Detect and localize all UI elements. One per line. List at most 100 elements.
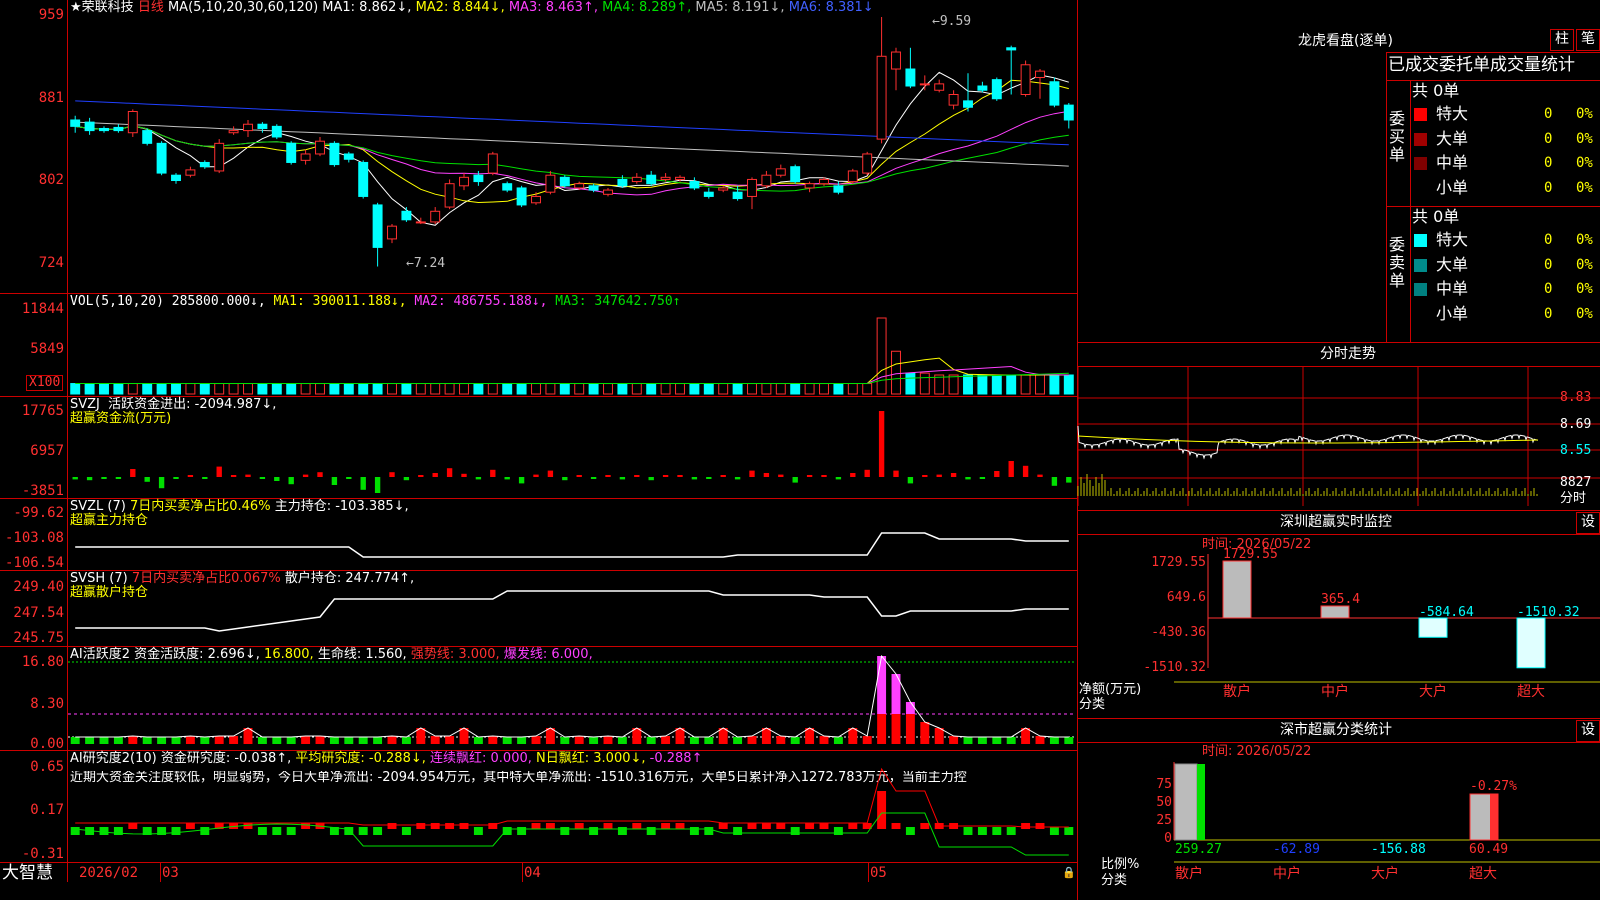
order-size-label: 小单: [1436, 303, 1469, 323]
candlestick-chart[interactable]: [68, 0, 1076, 292]
volume-bar: [617, 383, 628, 395]
fund-flow-chart[interactable]: [68, 397, 1076, 497]
activity-bar: [992, 737, 1002, 744]
fund-flow-bar: [490, 469, 496, 477]
activity-bar: [560, 737, 570, 744]
category-label: 散户: [1175, 865, 1203, 882]
volume-bar: [286, 383, 297, 395]
volume-bar: [415, 383, 426, 395]
intraday-chart[interactable]: [1077, 366, 1600, 506]
research-bar: [1049, 827, 1059, 835]
volume-bar: [185, 383, 196, 395]
volume-bar: [99, 383, 109, 395]
lock-icon[interactable]: 🔒: [1062, 866, 1076, 880]
fund-flow-bar: [763, 473, 770, 477]
volume-bar: [675, 383, 685, 395]
fund-flow-bar: [965, 477, 971, 480]
candle-body: [934, 83, 945, 91]
tick-mode-button[interactable]: 笔: [1576, 29, 1600, 51]
research-bar: [661, 823, 671, 829]
fund-flow-bar: [374, 477, 381, 493]
research-bar: [689, 827, 699, 835]
candle-body: [819, 178, 829, 185]
fund-flow-bar: [1022, 465, 1029, 477]
candle-body: [847, 170, 858, 183]
research-bar: [992, 827, 1002, 835]
fund-flow-bar: [317, 472, 323, 477]
fund-flow-bar: [230, 475, 237, 477]
sz-class-axis-label: 50: [1156, 795, 1172, 810]
candle-body: [70, 119, 81, 127]
fund-flow-bar: [86, 477, 93, 481]
ai1-axis-label: 16.80: [21, 654, 64, 670]
price-axis-label: 802: [38, 172, 64, 188]
volume-bar: [1006, 374, 1017, 395]
fund-flow-bar: [749, 470, 755, 477]
volume-bar: [156, 383, 167, 395]
time-label: 04: [524, 865, 541, 881]
candle-body: [559, 176, 570, 187]
research-bar: [891, 823, 901, 829]
activity-bar: [819, 736, 829, 744]
research-chart[interactable]: [68, 751, 1076, 861]
category-label: 散户: [1223, 683, 1251, 700]
volume-bar: [804, 383, 815, 395]
activity-bar: [200, 737, 210, 744]
order-percent: 0%: [1576, 256, 1593, 273]
main-holding-chart[interactable]: [68, 499, 1076, 569]
sz-monitor-chart[interactable]: 1729.55 649.6 -430.36 -1510.32 1729.55 散户 365.…: [1078, 534, 1600, 714]
research-bar: [905, 827, 915, 835]
volume-bar: [761, 383, 772, 395]
activity-bar: [761, 728, 771, 744]
lhb-tabs[interactable]: 已成交委托单成交量统计: [1388, 55, 1575, 75]
activity-bar: [272, 737, 282, 744]
fund-flow-bar: [518, 477, 525, 484]
fund-flow-bar: [259, 477, 266, 479]
order-count: 0: [1544, 256, 1553, 273]
category-label: 大户: [1371, 865, 1399, 882]
main-holding-line: [75, 532, 1069, 558]
candle-body: [401, 210, 412, 221]
volume-bar: [1020, 374, 1031, 395]
activity-bar: [113, 737, 123, 744]
fund-flow-bar: [187, 475, 194, 477]
research-bar: [718, 823, 728, 829]
fund-flow-bar: [864, 469, 870, 477]
candle-body: [718, 187, 729, 191]
activity-bar: [185, 736, 195, 744]
volume-bar: [502, 383, 513, 395]
retail-holding-chart[interactable]: [68, 571, 1076, 645]
research-line: [75, 767, 1069, 828]
sz-class-chart[interactable]: 75 50 25 0 -0.27% 259.27 散户 -62.89 中户 -156.88 大户 60…: [1078, 742, 1600, 900]
candle-body: [99, 127, 109, 132]
order-count: 0: [1544, 106, 1553, 122]
activity-bar: [934, 728, 944, 744]
sz-class-settings-button[interactable]: 设: [1576, 720, 1600, 742]
activity-chart[interactable]: [68, 647, 1076, 749]
bar-mode-button[interactable]: 柱: [1550, 29, 1574, 51]
candle-body: [588, 185, 599, 191]
volume-bar: [775, 383, 786, 395]
activity-bar: [877, 714, 887, 744]
volume-bar: [228, 383, 239, 395]
sz-class-xlabel: 分类: [1101, 873, 1128, 888]
volume-bar: [271, 383, 282, 395]
order-size-label: 特大: [1436, 230, 1469, 249]
candle-body: [502, 183, 513, 191]
sz-monitor-axis-label: 649.6: [1167, 590, 1206, 605]
fund-flow-bar: [346, 477, 352, 479]
volume-chart[interactable]: [68, 294, 1076, 395]
volume-bar: [300, 383, 311, 395]
fund-flow-bar: [1066, 477, 1072, 483]
activity-bar: [329, 737, 339, 744]
sz-monitor-settings-button[interactable]: 设: [1576, 512, 1600, 534]
research-bar: [531, 823, 541, 829]
activity-bar: [99, 737, 109, 744]
retail-holding-line: [75, 590, 1069, 632]
volume-bar: [732, 383, 743, 395]
candle-body: [516, 187, 527, 206]
fund-flow-bar: [720, 475, 726, 477]
fund-flow-bar: [893, 470, 899, 477]
ai2-axis-label: -0.31: [21, 846, 64, 862]
order-count: 0: [1544, 179, 1553, 196]
